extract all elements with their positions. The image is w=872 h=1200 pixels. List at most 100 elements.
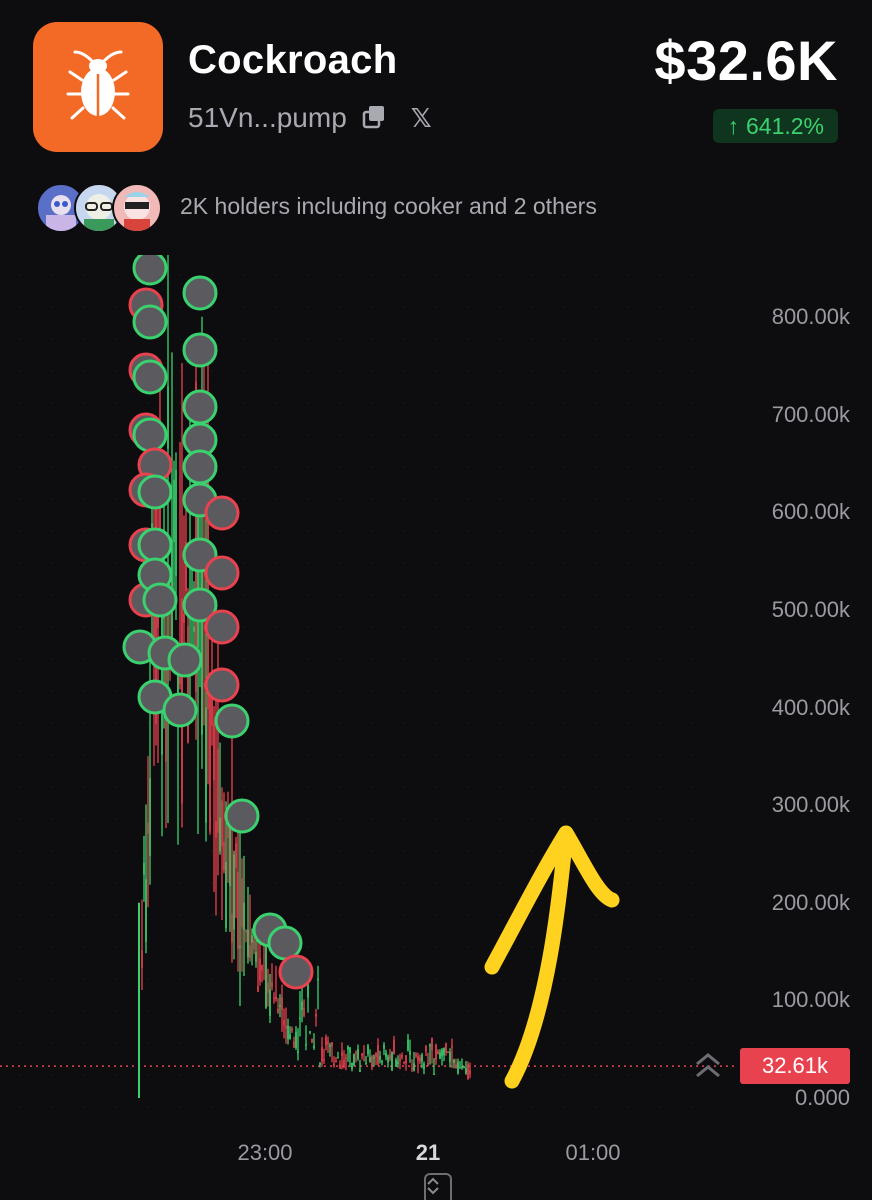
candle-body <box>377 1044 379 1065</box>
grid-dot <box>371 818 373 820</box>
candle-body <box>335 1060 337 1063</box>
grid-dot <box>371 402 373 404</box>
grid-dot <box>83 882 85 884</box>
trader-avatar-bubble <box>267 925 303 961</box>
scroll-to-latest-icon[interactable] <box>694 1050 722 1082</box>
grid-dot <box>435 370 437 372</box>
grid-dot <box>211 818 213 820</box>
grid-dot <box>531 754 533 756</box>
grid-dot <box>243 530 245 532</box>
candle-body <box>235 843 237 868</box>
grid-dot <box>563 818 565 820</box>
grid-dot <box>627 370 629 372</box>
grid-dot <box>243 626 245 628</box>
trader-avatar-bubble <box>132 304 168 340</box>
grid-dot <box>659 402 661 404</box>
grid-dot <box>403 434 405 436</box>
grid-dot <box>691 562 693 564</box>
token-name: Cockroach <box>188 38 398 82</box>
grid-dot <box>627 978 629 980</box>
grid-dot <box>467 754 469 756</box>
candle-body <box>433 1073 435 1076</box>
grid-dot <box>467 882 469 884</box>
candle-body <box>315 1014 317 1017</box>
candle-body <box>453 1059 455 1064</box>
candle-body <box>379 1056 381 1060</box>
grid-dot <box>659 370 661 372</box>
candle-body <box>233 854 235 930</box>
grid-dot <box>659 1106 661 1108</box>
grid-dot <box>19 658 21 660</box>
grid-dot <box>307 946 309 948</box>
x-tick-label: 01:00 <box>565 1140 621 1165</box>
grid-dot <box>51 1042 53 1044</box>
grid-dot <box>435 434 437 436</box>
candle-body <box>243 902 245 930</box>
holders-row[interactable]: 2K holders including cooker and 2 others <box>36 180 597 233</box>
arrow-up-icon: ↑ <box>727 112 739 139</box>
grid-dot <box>435 594 437 596</box>
grid-dot <box>307 690 309 692</box>
grid-dot <box>339 722 341 724</box>
grid-dot <box>595 658 597 660</box>
grid-dot <box>531 402 533 404</box>
grid-dot <box>435 818 437 820</box>
grid-dot <box>403 978 405 980</box>
grid-dot <box>243 466 245 468</box>
grid-dot <box>595 978 597 980</box>
candle-body <box>273 997 275 1000</box>
grid-dot <box>627 1042 629 1044</box>
token-address[interactable]: 51Vn...pump <box>188 102 347 134</box>
grid-dot <box>403 594 405 596</box>
grid-dot <box>307 722 309 724</box>
candle-body <box>457 1061 459 1074</box>
grid-dot <box>467 722 469 724</box>
grid-dot <box>371 786 373 788</box>
grid-dot <box>659 1074 661 1076</box>
grid-dot <box>83 466 85 468</box>
candle-body <box>291 1028 293 1031</box>
grid-dot <box>467 818 469 820</box>
grid-dot <box>19 1042 21 1044</box>
candle-body <box>385 1052 387 1058</box>
grid-dot <box>691 498 693 500</box>
grid-dot <box>147 722 149 724</box>
grid-dot <box>499 370 501 372</box>
grid-dot <box>371 626 373 628</box>
grid-dot <box>51 914 53 916</box>
time-scroll-handle[interactable] <box>424 1173 452 1200</box>
grid-dot <box>403 786 405 788</box>
candle-body <box>369 1057 371 1062</box>
grid-dot <box>499 850 501 852</box>
grid-dot <box>691 818 693 820</box>
x-icon[interactable]: 𝕏 <box>411 103 432 134</box>
grid-dot <box>19 754 21 756</box>
grid-dot <box>691 658 693 660</box>
y-tick-label: 0.000 <box>794 1085 850 1110</box>
grid-dot <box>83 818 85 820</box>
grid-dot <box>627 434 629 436</box>
price-chart[interactable]: 800.00k 700.00k 600.00k 500.00k 400.00k 300.0… <box>0 255 872 1200</box>
grid-dot <box>179 690 181 692</box>
grid-dot <box>51 402 53 404</box>
grid-dot <box>243 338 245 340</box>
grid-dot <box>51 466 53 468</box>
grid-dot <box>243 786 245 788</box>
grid-dot <box>371 1042 373 1044</box>
copy-icon[interactable] <box>361 104 389 132</box>
grid-dot <box>243 306 245 308</box>
candle-body <box>397 1061 399 1065</box>
grid-dot <box>307 402 309 404</box>
grid-dot <box>339 1074 341 1076</box>
grid-dot <box>435 1074 437 1076</box>
grid-dot <box>435 978 437 980</box>
candle-body <box>431 1037 433 1051</box>
grid-dot <box>659 1042 661 1044</box>
candle-body <box>445 1043 447 1053</box>
grid-dot <box>467 786 469 788</box>
grid-dot <box>179 1010 181 1012</box>
grid-dot <box>563 690 565 692</box>
grid-dot <box>499 658 501 660</box>
grid-dot <box>339 402 341 404</box>
grid-dot <box>403 690 405 692</box>
